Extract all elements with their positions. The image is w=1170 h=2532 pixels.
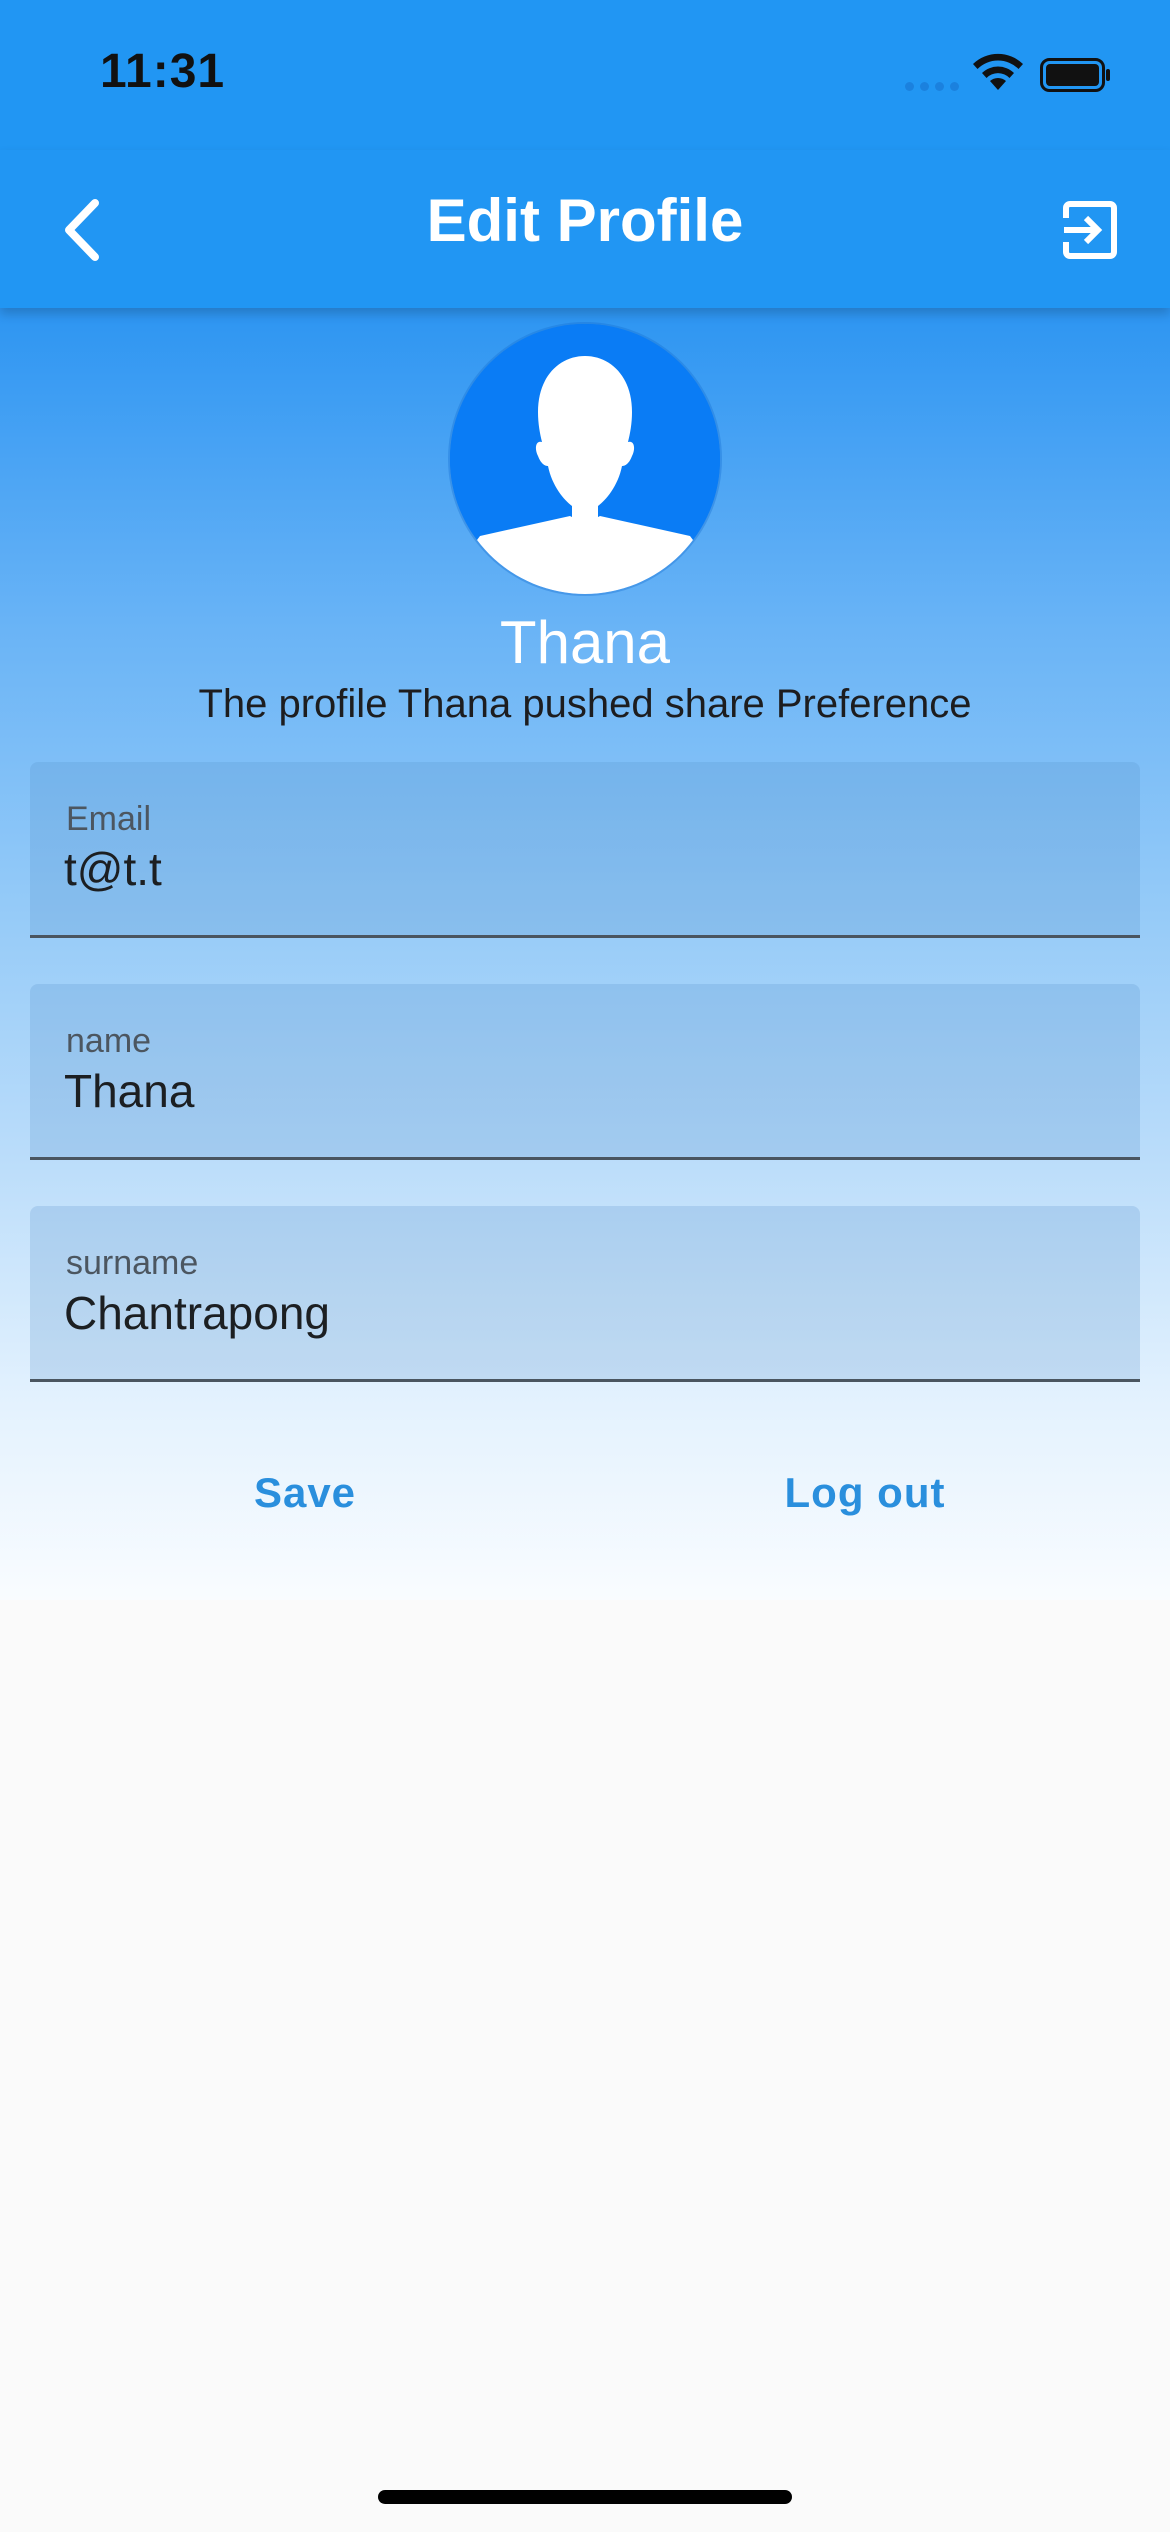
status-bar: 11:31 (0, 0, 1170, 150)
home-indicator[interactable] (378, 2490, 792, 2504)
surname-field[interactable]: surname (30, 1206, 1140, 1382)
exit-to-app-icon (1063, 201, 1117, 259)
cellular-signal-icon (905, 82, 959, 91)
surname-label: surname (66, 1244, 199, 1282)
avatar[interactable] (450, 324, 720, 594)
save-button[interactable]: Save (200, 1458, 410, 1528)
email-label: Email (66, 800, 152, 838)
name-input[interactable] (64, 1064, 1104, 1118)
wifi-icon (973, 53, 1023, 90)
exit-button[interactable] (1040, 180, 1140, 280)
name-label: name (66, 1022, 152, 1060)
person-silhouette-icon (450, 324, 720, 594)
surname-input[interactable] (64, 1286, 1104, 1340)
page-title: Edit Profile (426, 187, 744, 254)
email-input[interactable] (64, 842, 1104, 896)
profile-name: Thana (499, 609, 671, 676)
email-field[interactable]: Email (30, 762, 1140, 938)
profile-subtitle: The profile Thana pushed share Preferenc… (198, 682, 972, 726)
profile-content: Thana The profile Thana pushed share Pre… (0, 308, 1170, 1600)
battery-icon (1040, 58, 1110, 92)
app-bar: Edit Profile (0, 150, 1170, 308)
logout-button[interactable]: Log out (760, 1458, 970, 1528)
name-field[interactable]: name (30, 984, 1140, 1160)
status-time: 11:31 (100, 45, 226, 98)
